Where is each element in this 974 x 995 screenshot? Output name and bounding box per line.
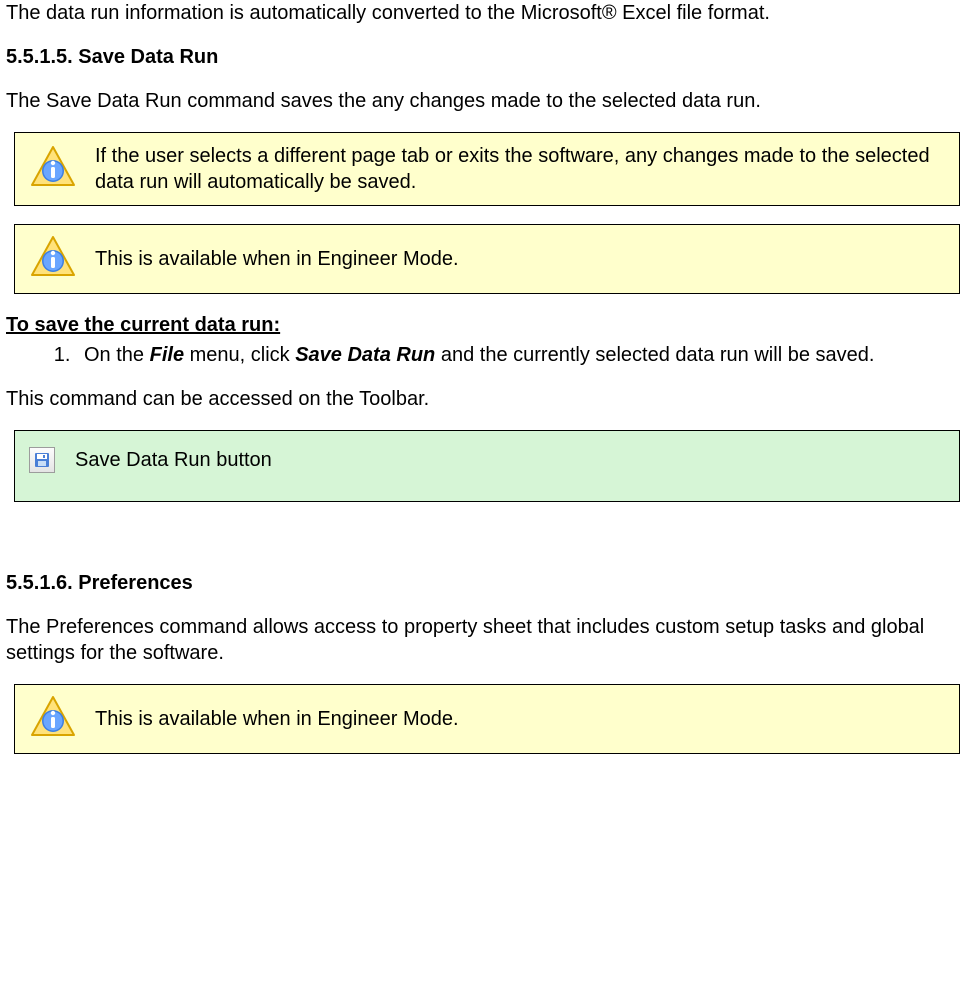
- save-data-run-desc: The Save Data Run command saves the any …: [6, 88, 968, 114]
- heading-5-5-1-6: 5.5.1.6. Preferences: [6, 570, 968, 596]
- howto-step-1: On the File menu, click Save Data Run an…: [76, 342, 968, 368]
- preferences-desc: The Preferences command allows access to…: [6, 614, 968, 666]
- toolbar-button-example: Save Data Run button: [14, 430, 960, 502]
- save-icon[interactable]: [29, 447, 55, 473]
- note-autosave: If the user selects a different page tab…: [14, 132, 960, 206]
- intro-text: The data run information is automaticall…: [6, 0, 968, 26]
- step1-prefix: On the: [84, 344, 150, 366]
- note-engineer-mode-1-text: This is available when in Engineer Mode.: [95, 246, 945, 272]
- note-autosave-text: If the user selects a different page tab…: [95, 143, 945, 195]
- step1-menu-file: File: [150, 344, 184, 366]
- toolbar-access-text: This command can be accessed on the Tool…: [6, 386, 968, 412]
- info-icon: [29, 695, 77, 743]
- info-icon: [29, 145, 77, 193]
- note-engineer-mode-1: This is available when in Engineer Mode.: [14, 224, 960, 294]
- note-engineer-mode-2-text: This is available when in Engineer Mode.: [95, 706, 945, 732]
- howto-heading: To save the current data run:: [6, 312, 968, 338]
- note-engineer-mode-2: This is available when in Engineer Mode.: [14, 684, 960, 754]
- toolbar-button-label: Save Data Run button: [75, 447, 272, 473]
- step1-cmd-save: Save Data Run: [295, 344, 435, 366]
- howto-steps: On the File menu, click Save Data Run an…: [6, 342, 968, 368]
- step1-suffix: and the currently selected data run will…: [435, 344, 874, 366]
- step1-mid: menu, click: [184, 344, 295, 366]
- info-icon: [29, 235, 77, 283]
- heading-5-5-1-5: 5.5.1.5. Save Data Run: [6, 44, 968, 70]
